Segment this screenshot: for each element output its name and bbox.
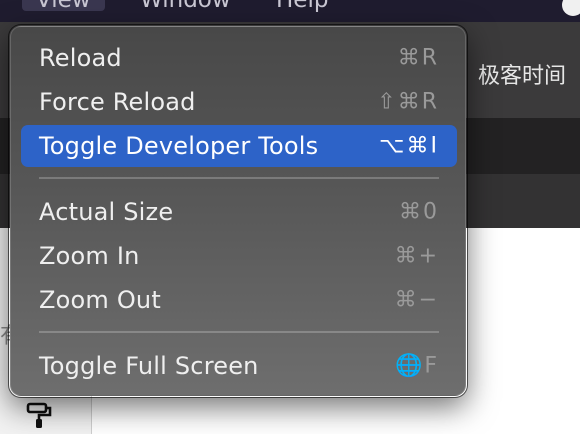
app-title: 极客时间 — [478, 64, 567, 89]
menu-item-toggle-developer-tools[interactable]: Toggle Developer Tools ⌥⌘I — [21, 125, 457, 167]
menu-item-label: Actual Size — [39, 198, 174, 226]
screen: View Window Help 极客时间 有 Reload ⌘R Force … — [0, 0, 580, 434]
shortcut-label: ⇧⌘R — [377, 89, 439, 115]
shortcut-label: ⌘0 — [399, 199, 439, 225]
menu-item-label: Toggle Developer Tools — [39, 132, 319, 160]
shortcut-label: ⌘+ — [394, 243, 439, 269]
menu-item-label: Reload — [39, 44, 122, 72]
menu-item-toggle-full-screen[interactable]: Toggle Full Screen 🌐F — [21, 345, 457, 387]
menu-item-label: Toggle Full Screen — [39, 352, 259, 380]
view-menu-dropdown: Reload ⌘R Force Reload ⇧⌘R Toggle Develo… — [10, 26, 466, 396]
menu-item-reload[interactable]: Reload ⌘R — [21, 37, 457, 79]
menu-item-zoom-in[interactable]: Zoom In ⌘+ — [21, 235, 457, 277]
menu-item-label: Zoom In — [39, 242, 140, 270]
status-icon[interactable] — [562, 0, 580, 16]
menu-bar: View Window Help — [0, 0, 580, 22]
shortcut-label: ⌘− — [394, 287, 439, 313]
shortcut-label: ⌥⌘I — [379, 133, 439, 159]
menu-item-label: Force Reload — [39, 88, 196, 116]
shortcut-label: ⌘R — [397, 45, 439, 71]
menubar-item-view[interactable]: View — [22, 0, 105, 12]
menu-separator — [39, 331, 439, 333]
menu-item-force-reload[interactable]: Force Reload ⇧⌘R — [21, 81, 457, 123]
menu-separator — [39, 177, 439, 179]
menubar-item-help[interactable]: Help — [262, 0, 342, 12]
menu-item-label: Zoom Out — [39, 286, 161, 314]
shortcut-label: 🌐F — [394, 353, 439, 379]
paint-roller-icon[interactable] — [25, 400, 55, 430]
menu-item-actual-size[interactable]: Actual Size ⌘0 — [21, 191, 457, 233]
menu-item-zoom-out[interactable]: Zoom Out ⌘− — [21, 279, 457, 321]
menubar-item-window[interactable]: Window — [126, 0, 245, 12]
